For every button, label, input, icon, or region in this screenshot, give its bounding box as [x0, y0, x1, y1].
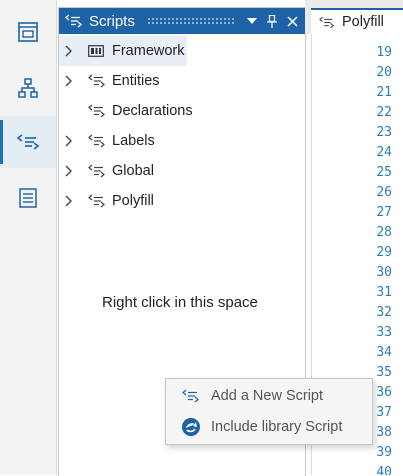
- tree-item-label: Global: [112, 163, 154, 179]
- tree-item-labels[interactable]: Labels: [59, 126, 305, 156]
- activity-rail: [0, 0, 57, 475]
- chevron-right-icon[interactable]: [65, 74, 77, 88]
- script-icon: [88, 74, 106, 88]
- line-number: 34: [376, 345, 392, 360]
- dropdown-icon: [247, 18, 257, 24]
- pin-button[interactable]: [263, 11, 281, 31]
- line-number: 28: [376, 225, 392, 240]
- script-icon: [88, 194, 106, 208]
- tree-item-global[interactable]: Global: [59, 156, 305, 186]
- line-number: 20: [376, 65, 392, 80]
- line-number: 32: [376, 305, 392, 320]
- line-number: 26: [376, 185, 392, 200]
- close-icon: [286, 15, 298, 27]
- editor-tab-strip: Polyfill: [305, 0, 403, 34]
- scripts-tree: Framework Entities Declarations Labels G…: [59, 36, 305, 216]
- line-number: 19: [376, 45, 392, 60]
- scripts-panel-title: Scripts: [89, 12, 135, 30]
- tree-item-label: Polyfill: [112, 193, 154, 209]
- window-icon: [18, 22, 38, 42]
- script-icon: [319, 16, 335, 29]
- scripts-panel-header: Scripts: [59, 8, 305, 34]
- tree-item-label: Labels: [112, 133, 155, 149]
- rail-item-hierarchy[interactable]: [0, 62, 56, 114]
- list-icon: [19, 188, 37, 208]
- add-script-icon: [181, 387, 201, 405]
- panel-drag-grip[interactable]: [146, 17, 235, 25]
- tree-item-polyfill[interactable]: Polyfill: [59, 186, 305, 216]
- close-button[interactable]: [283, 11, 301, 31]
- tree-item-label: Declarations: [112, 103, 193, 119]
- script-icon: [88, 104, 106, 118]
- pin-icon: [267, 14, 277, 28]
- menu-item-label: Add a New Script: [211, 388, 324, 404]
- menu-item-label: Include library Script: [211, 419, 343, 435]
- tree-item-framework[interactable]: Framework: [59, 36, 187, 66]
- line-number: 30: [376, 265, 392, 280]
- line-number: 40: [376, 465, 392, 475]
- chevron-right-icon[interactable]: [65, 164, 77, 178]
- tab-polyfill[interactable]: Polyfill: [311, 8, 403, 34]
- dropdown-button[interactable]: [243, 11, 261, 31]
- rail-item-window[interactable]: [0, 6, 56, 58]
- line-number: 27: [376, 205, 392, 220]
- script-icon: [65, 14, 83, 28]
- context-menu: Add a New Script Include library Script: [165, 378, 373, 445]
- tab-label: Polyfill: [342, 14, 384, 30]
- line-number: 31: [376, 285, 392, 300]
- menu-item-add-new-script[interactable]: Add a New Script: [166, 381, 372, 411]
- script-icon: [16, 134, 40, 150]
- chevron-right-icon[interactable]: [65, 134, 77, 148]
- line-number: 25: [376, 165, 392, 180]
- include-library-icon: [181, 418, 201, 436]
- menu-item-include-library-script[interactable]: Include library Script: [166, 412, 372, 442]
- line-number: 39: [376, 445, 392, 460]
- script-icon: [88, 164, 106, 178]
- line-number: 33: [376, 325, 392, 340]
- library-icon: [88, 44, 106, 58]
- chevron-right-icon[interactable]: [65, 44, 77, 58]
- line-number: 21: [376, 85, 392, 100]
- script-icon: [88, 134, 106, 148]
- tree-item-label: Framework: [112, 43, 185, 59]
- rail-item-list[interactable]: [0, 172, 56, 224]
- line-number: 24: [376, 145, 392, 160]
- line-number: 22: [376, 105, 392, 120]
- line-number: 23: [376, 125, 392, 140]
- tree-item-entities[interactable]: Entities: [59, 66, 305, 96]
- rail-item-scripts[interactable]: [0, 116, 56, 168]
- tree-item-declarations[interactable]: Declarations: [59, 96, 305, 126]
- empty-space-hint: Right click in this space: [102, 294, 258, 311]
- line-number: 29: [376, 245, 392, 260]
- hierarchy-icon: [18, 78, 38, 98]
- chevron-right-icon[interactable]: [65, 194, 77, 208]
- tree-item-label: Entities: [112, 73, 160, 89]
